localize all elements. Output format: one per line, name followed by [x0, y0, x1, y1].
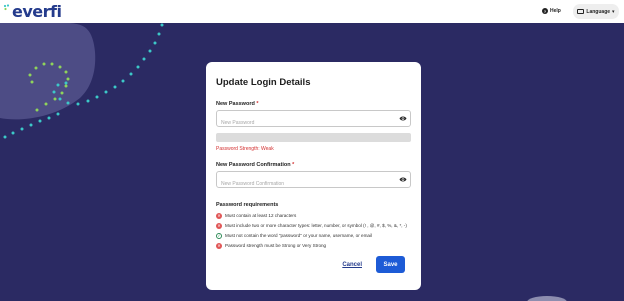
- x-icon: ✕: [216, 213, 222, 219]
- question-icon: ?: [542, 8, 548, 14]
- update-login-modal: Update Login Details New Password * Pass…: [206, 62, 421, 290]
- cancel-button[interactable]: Cancel: [342, 262, 362, 268]
- logo-dots-icon: [3, 4, 10, 11]
- help-label: Help: [550, 8, 561, 14]
- check-icon: ✓: [216, 233, 222, 239]
- confirm-password-label: New Password Confirmation *: [216, 162, 295, 168]
- new-password-field: [216, 110, 411, 131]
- brand-name: everfi: [12, 1, 62, 21]
- top-bar: everfi ? Help Language ▾: [0, 0, 624, 23]
- requirements-title: Password requirements: [216, 202, 279, 208]
- language-label: Language: [586, 8, 611, 15]
- password-strength-bar: [216, 133, 411, 142]
- confirm-password-field: [216, 171, 411, 192]
- bottom-decoration: [527, 296, 567, 301]
- confirm-password-input[interactable]: [217, 176, 410, 192]
- requirement-item: ✕ Password strength must be Strong or Ve…: [216, 243, 327, 249]
- help-button[interactable]: ? Help: [539, 5, 564, 17]
- new-password-label: New Password *: [216, 101, 259, 107]
- requirement-item: ✕ Must contain at least 12 characters: [216, 213, 297, 219]
- requirements-list: ✕ Must contain at least 12 characters ✕ …: [216, 213, 411, 249]
- requirement-item: ✕ Must include two or more character typ…: [216, 223, 407, 229]
- requirement-item: ✓ Must not contain the word "password" o…: [216, 233, 373, 239]
- eye-icon[interactable]: [399, 115, 407, 122]
- x-icon: ✕: [216, 243, 222, 249]
- language-button[interactable]: Language ▾: [573, 4, 619, 19]
- password-strength-text: Password Strength: Weak: [216, 146, 274, 152]
- language-icon: [577, 9, 585, 14]
- save-button[interactable]: Save: [376, 256, 405, 273]
- x-icon: ✕: [216, 223, 222, 229]
- modal-actions: Cancel Save: [342, 256, 405, 273]
- chevron-down-icon: ▾: [612, 8, 615, 15]
- modal-title: Update Login Details: [216, 77, 311, 88]
- eye-icon[interactable]: [399, 176, 407, 183]
- new-password-input[interactable]: [217, 115, 410, 131]
- everfi-logo[interactable]: everfi: [3, 1, 62, 21]
